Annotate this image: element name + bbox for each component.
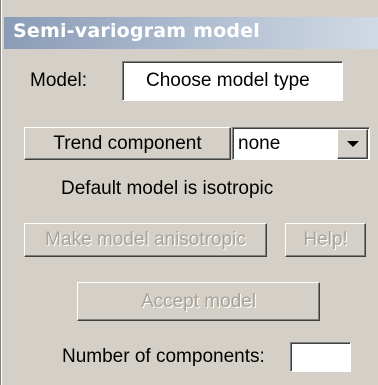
make-anisotropic-button-label: Make model anisotropic	[45, 229, 246, 250]
make-anisotropic-button[interactable]: Make model anisotropic	[24, 223, 267, 257]
model-label: Model:	[30, 70, 88, 91]
trend-component-button[interactable]: Trend component	[24, 127, 231, 160]
panel-left-border	[0, 0, 4, 385]
components-label: Number of components:	[62, 346, 265, 367]
help-button[interactable]: Help!	[285, 223, 366, 257]
panel-title: Semi-variogram model	[13, 20, 260, 42]
default-model-text: Default model is isotropic	[61, 178, 274, 199]
trend-component-button-label: Trend component	[53, 133, 202, 154]
help-button-label: Help!	[303, 229, 348, 250]
model-type-field[interactable]: Choose model type	[122, 61, 343, 101]
semi-variogram-panel: Semi-variogram model Model: Choose model…	[0, 0, 378, 385]
accept-model-button[interactable]: Accept model	[77, 282, 320, 321]
trend-component-select[interactable]: none	[232, 127, 370, 160]
components-input[interactable]	[290, 342, 351, 372]
accept-model-button-label: Accept model	[140, 291, 257, 312]
panel-header: Semi-variogram model	[4, 17, 378, 49]
chevron-down-icon[interactable]	[337, 129, 368, 159]
trend-component-selected: none	[238, 133, 281, 154]
model-type-value: Choose model type	[146, 70, 310, 91]
